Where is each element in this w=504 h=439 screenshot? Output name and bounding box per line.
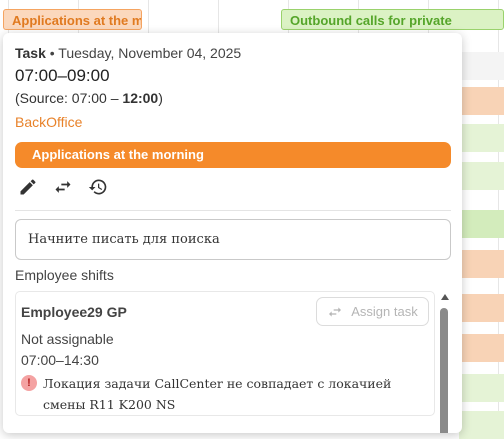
task-kind: Task (15, 45, 46, 61)
task-date: • Tuesday, November 04, 2025 (45, 45, 242, 61)
task-time-range: 07:00–09:00 (15, 66, 110, 85)
task-name-bar: Applications at the morning (15, 142, 451, 168)
source-prefix: (Source: 07:00 – (15, 90, 123, 106)
task-actions (17, 176, 109, 198)
bg-event-outbound-calls[interactable]: Outbound calls for private (281, 9, 504, 30)
schedule-cell[interactable] (459, 334, 504, 362)
task-header: Task • Tuesday, November 04, 2025 (15, 45, 241, 61)
schedule-cell[interactable] (459, 210, 504, 238)
schedule-cell[interactable] (459, 124, 504, 152)
swap-icon (329, 306, 342, 317)
schedule-cell[interactable] (459, 411, 504, 439)
bg-event-applications[interactable]: Applications at the m (3, 9, 142, 30)
warning-icon: ! (21, 375, 37, 391)
reassign-button[interactable] (52, 176, 74, 198)
location-warning: ! Локация задачи CallCenter не совпадает… (21, 373, 421, 415)
warning-text: Локация задачи CallCenter не совпадает с… (43, 376, 392, 412)
assign-task-label: Assign task (351, 304, 418, 319)
employee-name: Employee29 GP (21, 304, 127, 320)
task-source-time: (Source: 07:00 – 12:00) (15, 90, 163, 106)
pencil-icon (20, 179, 36, 195)
assign-task-button[interactable]: Assign task (316, 297, 429, 326)
divider (15, 210, 451, 211)
schedule-cell[interactable] (459, 374, 504, 402)
schedule-cell[interactable] (459, 162, 504, 190)
assignability-status: Not assignable (21, 331, 114, 347)
schedule-cell[interactable] (459, 250, 504, 278)
shifts-scrollbar[interactable] (439, 291, 449, 433)
shift-time: 07:00–14:30 (21, 352, 99, 368)
history-icon (88, 179, 107, 195)
schedule-cell[interactable] (459, 52, 504, 80)
task-department: BackOffice (15, 114, 83, 130)
source-end: 12:00 (122, 90, 159, 106)
scrollbar-thumb[interactable] (440, 308, 448, 433)
history-button[interactable] (87, 176, 109, 198)
source-suffix: ) (158, 90, 163, 106)
edit-button[interactable] (17, 176, 39, 198)
shift-card: Employee29 GP Assign task Not assignable… (15, 291, 435, 416)
scroll-up-arrow-icon[interactable] (441, 294, 449, 300)
schedule-cell[interactable] (459, 87, 504, 115)
swap-icon (55, 181, 71, 193)
task-details-popup: Task • Tuesday, November 04, 2025 07:00–… (3, 33, 462, 433)
employee-shifts-title: Employee shifts (15, 267, 114, 283)
employee-search-input[interactable] (15, 219, 451, 260)
schedule-cell[interactable] (459, 294, 504, 322)
